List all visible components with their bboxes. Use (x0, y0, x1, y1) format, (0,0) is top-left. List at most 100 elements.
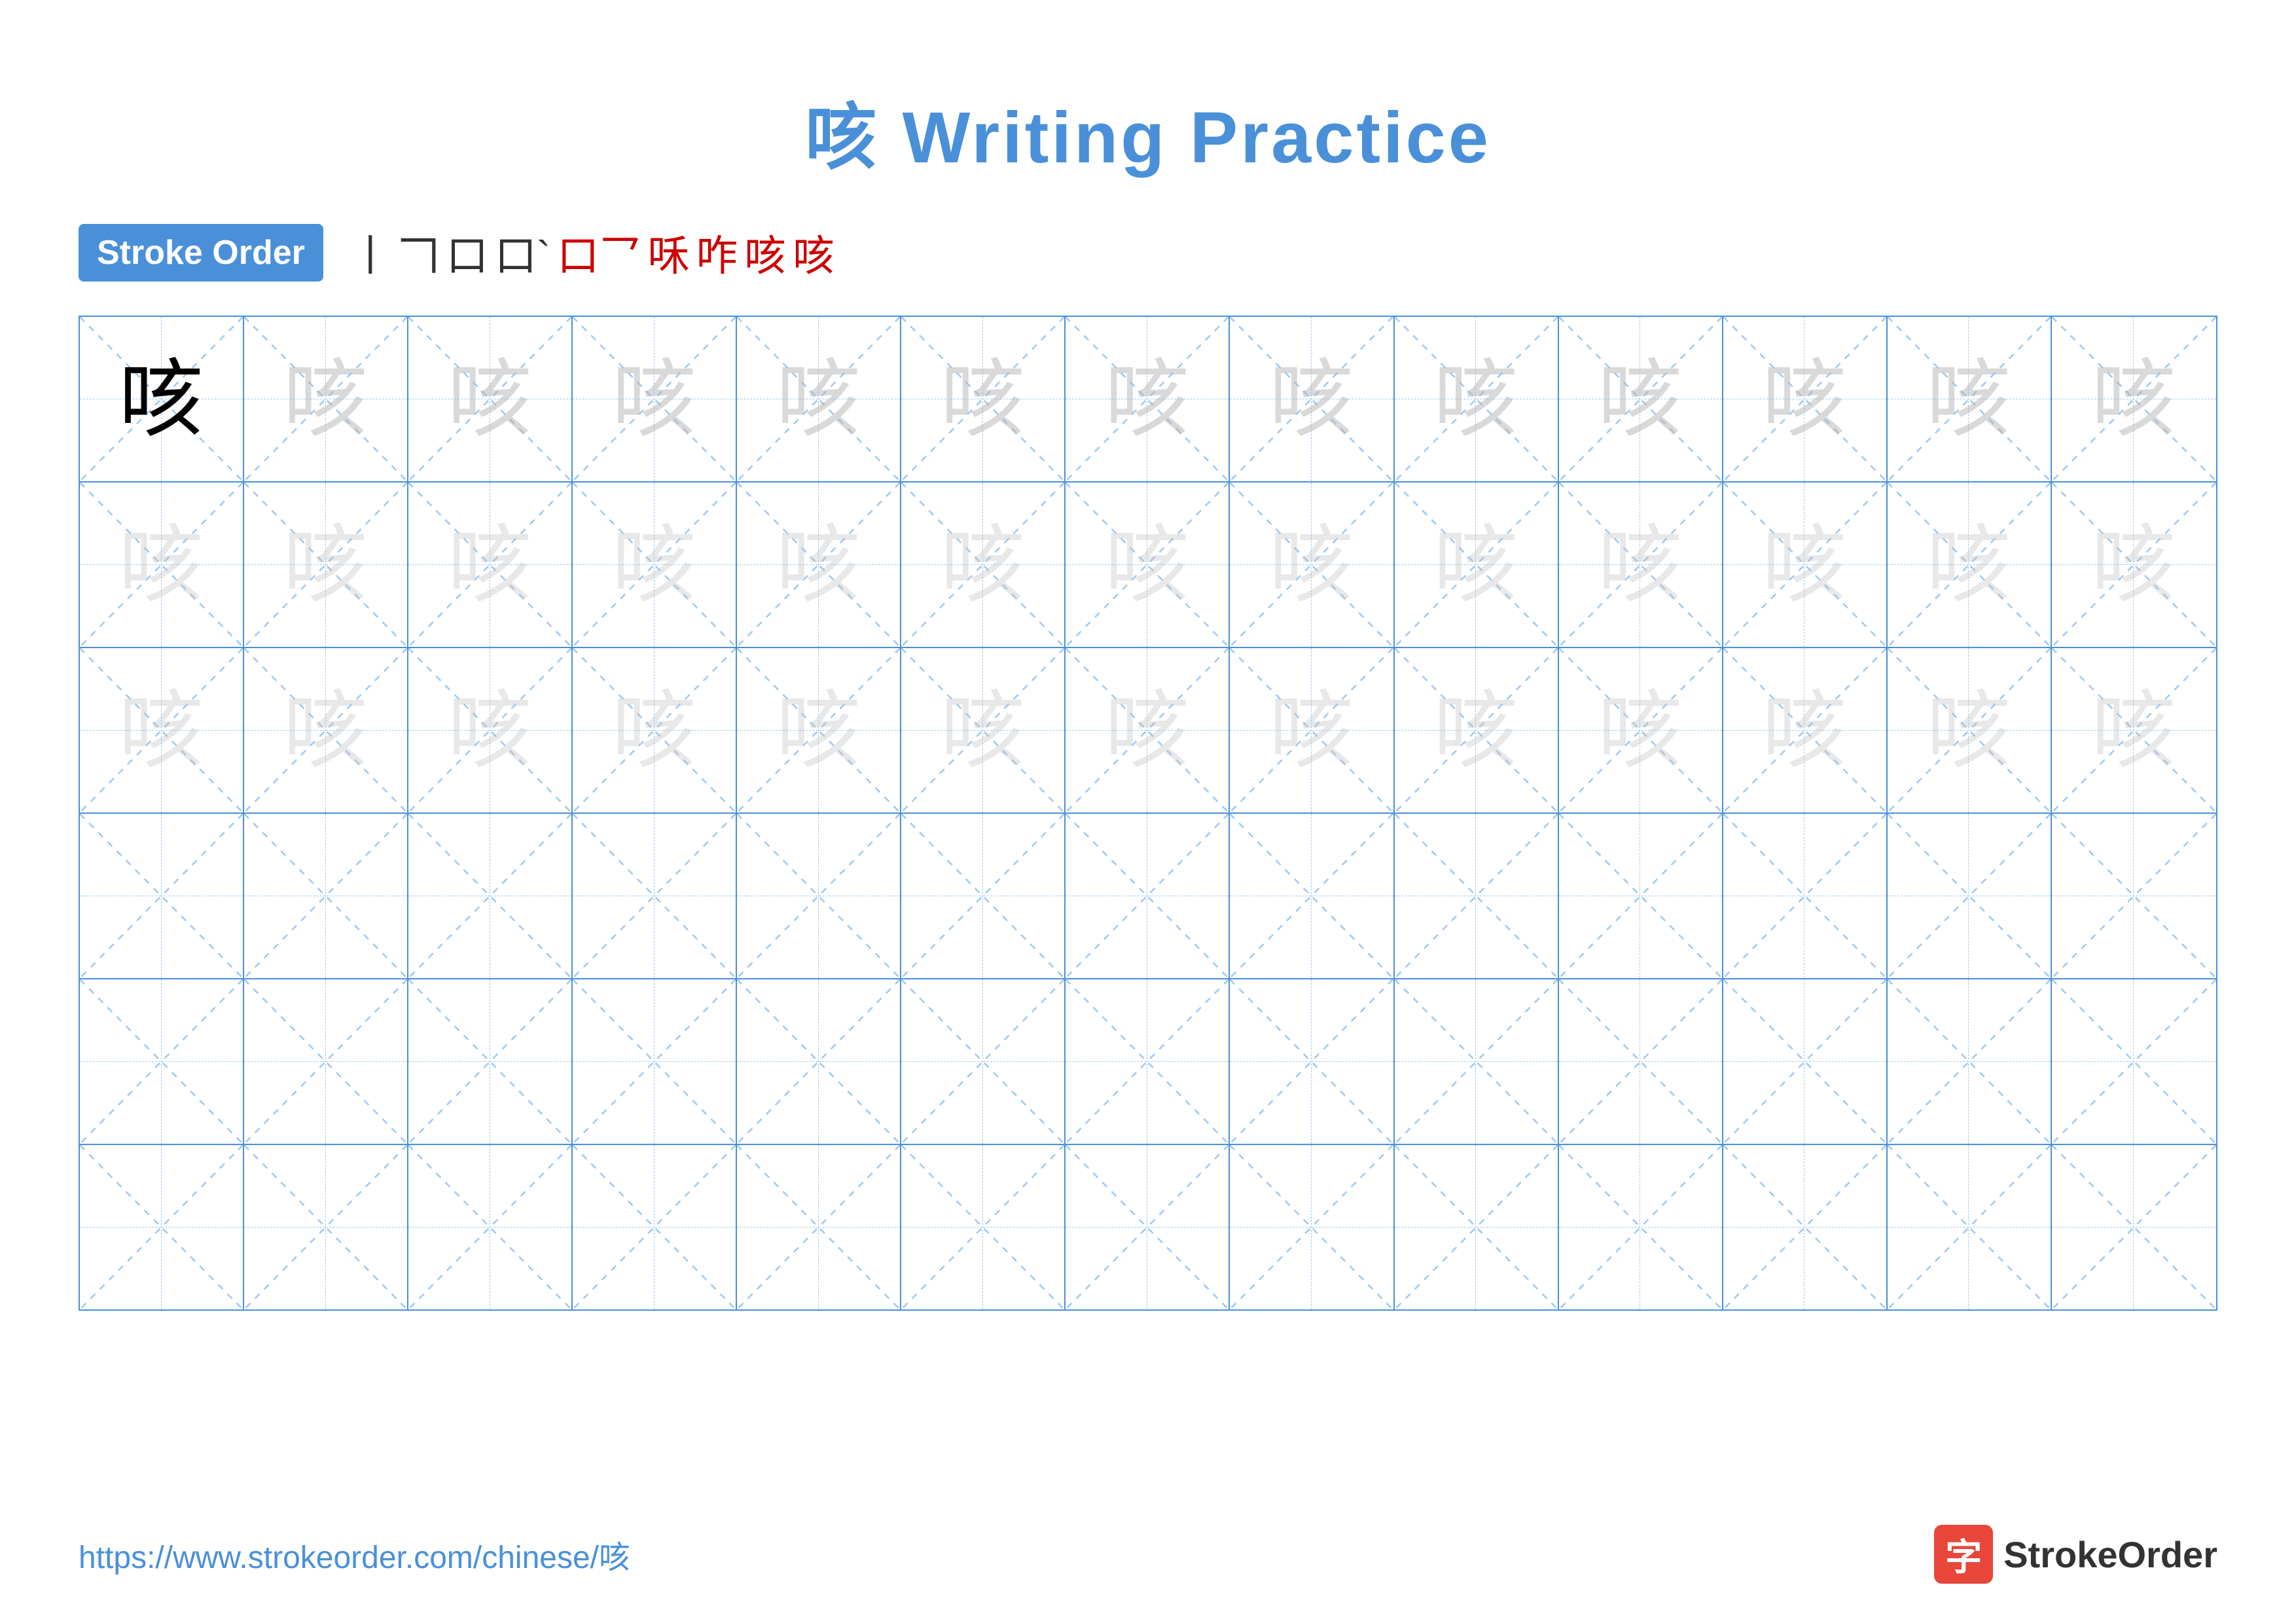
grid-cell[interactable] (1066, 814, 1230, 978)
grid-cell[interactable]: 咳 (244, 483, 408, 647)
grid-cell[interactable] (1230, 1145, 1394, 1309)
grid-cell[interactable]: 咳 (1230, 483, 1394, 647)
grid-cell[interactable] (573, 814, 737, 978)
grid-cell[interactable] (901, 979, 1066, 1144)
grid-cell[interactable]: 咳 (2052, 317, 2216, 481)
grid-cell[interactable]: 咳 (1888, 483, 2052, 647)
grid-cell[interactable] (1066, 1145, 1230, 1309)
grid-cell[interactable]: 咳 (737, 483, 901, 647)
grid-cell[interactable]: 咳 (901, 483, 1066, 647)
grid-cell[interactable] (2052, 814, 2216, 978)
grid-cell[interactable]: 咳 (573, 648, 737, 812)
grid-cell[interactable] (573, 979, 737, 1144)
grid-cell[interactable] (80, 814, 244, 978)
grid-cell[interactable]: 咳 (1066, 317, 1230, 481)
grid-cell[interactable] (737, 1145, 901, 1309)
char-ghost: 咳 (2091, 522, 2176, 608)
grid-cell[interactable] (1888, 814, 2052, 978)
grid-cell[interactable]: 咳 (737, 648, 901, 812)
grid-cell[interactable]: 咳 (80, 317, 244, 481)
char-light: 咳 (448, 357, 533, 442)
grid-cell[interactable] (2052, 979, 2216, 1144)
grid-cell[interactable] (2052, 1145, 2216, 1309)
grid-cell[interactable]: 咳 (2052, 648, 2216, 812)
char-ghost: 咳 (612, 688, 697, 773)
grid-cell[interactable]: 咳 (1723, 483, 1888, 647)
grid-cell[interactable]: 咳 (573, 317, 737, 481)
grid-row: 咳 咳 咳 咳 咳 咳 咳 咳 咳 咳 咳 咳 咳 (80, 317, 2216, 483)
logo-icon: 字 (1934, 1525, 1993, 1584)
grid-cell[interactable] (244, 814, 408, 978)
grid-cell[interactable] (573, 1145, 737, 1309)
grid-cell[interactable] (408, 979, 573, 1144)
grid-cell[interactable]: 咳 (1066, 648, 1230, 812)
grid-cell[interactable]: 咳 (408, 317, 573, 481)
grid-cell[interactable]: 咳 (901, 648, 1066, 812)
grid-cell[interactable] (1559, 1145, 1723, 1309)
grid-cell[interactable]: 咳 (244, 648, 408, 812)
grid-cell[interactable]: 咳 (737, 317, 901, 481)
grid-cell[interactable]: 咳 (1559, 483, 1723, 647)
grid-cell[interactable] (1230, 979, 1394, 1144)
grid-cell[interactable] (244, 1145, 408, 1309)
grid-cell[interactable]: 咳 (408, 648, 573, 812)
grid-cell[interactable]: 咳 (1723, 317, 1888, 481)
grid-cell[interactable]: 咳 (244, 317, 408, 481)
char-ghost: 咳 (1598, 522, 1683, 608)
grid-cell[interactable]: 咳 (1395, 317, 1559, 481)
grid-cell[interactable] (737, 979, 901, 1144)
grid-cell[interactable] (80, 1145, 244, 1309)
logo-name: StrokeOrder (2003, 1533, 2217, 1576)
grid-cell[interactable]: 咳 (1559, 317, 1723, 481)
grid-cell[interactable] (408, 1145, 573, 1309)
grid-cell[interactable] (1230, 814, 1394, 978)
grid-cell[interactable] (80, 979, 244, 1144)
grid-cell[interactable] (1888, 979, 2052, 1144)
grid-cell[interactable]: 咳 (80, 648, 244, 812)
grid-cell[interactable]: 咳 (1723, 648, 1888, 812)
char-ghost: 咳 (1433, 522, 1518, 608)
grid-cell[interactable]: 咳 (1888, 648, 2052, 812)
grid-cell[interactable] (1559, 979, 1723, 1144)
grid-cell[interactable]: 咳 (1395, 648, 1559, 812)
grid-cell[interactable]: 咳 (1395, 483, 1559, 647)
grid-cell[interactable]: 咳 (1230, 648, 1394, 812)
char-light: 咳 (1598, 357, 1683, 442)
grid-cell[interactable] (1723, 979, 1888, 1144)
grid-cell[interactable]: 咳 (2052, 483, 2216, 647)
grid-cell[interactable] (901, 814, 1066, 978)
grid-cell[interactable]: 咳 (408, 483, 573, 647)
grid-cell[interactable] (1395, 979, 1559, 1144)
grid-cell[interactable]: 咳 (1888, 317, 2052, 481)
stroke-6: 咊 (647, 223, 689, 283)
grid-cell[interactable] (1066, 979, 1230, 1144)
grid-cell[interactable] (408, 814, 573, 978)
practice-grid: 咳 咳 咳 咳 咳 咳 咳 咳 咳 咳 咳 咳 咳 咳 咳 (79, 316, 2217, 1311)
char-ghost: 咳 (1105, 688, 1190, 773)
footer-url[interactable]: https://www.strokeorder.com/chinese/咳 (79, 1531, 630, 1577)
grid-cell[interactable] (244, 979, 408, 1144)
grid-cell[interactable]: 咳 (1559, 648, 1723, 812)
grid-cell[interactable]: 咳 (573, 483, 737, 647)
char-ghost: 咳 (1269, 688, 1354, 773)
grid-cell[interactable] (901, 1145, 1066, 1309)
grid-cell[interactable]: 咳 (1230, 317, 1394, 481)
grid-cell[interactable]: 咳 (80, 483, 244, 647)
grid-cell[interactable] (1723, 814, 1888, 978)
grid-cell[interactable] (1723, 1145, 1888, 1309)
stroke-sequence: 丨 𠃍 口 口` 口乛 咊 咋 咳 咳 (350, 223, 834, 283)
char-ghost: 咳 (2091, 688, 2176, 773)
grid-cell[interactable] (1888, 1145, 2052, 1309)
char-light: 咳 (612, 357, 697, 442)
char-ghost: 咳 (1762, 522, 1847, 608)
stroke-4: 口` (495, 223, 550, 283)
grid-cell[interactable] (1559, 814, 1723, 978)
grid-cell[interactable] (1395, 1145, 1559, 1309)
grid-cell[interactable] (1395, 814, 1559, 978)
grid-cell[interactable] (737, 814, 901, 978)
grid-cell[interactable]: 咳 (1066, 483, 1230, 647)
char-ghost: 咳 (1598, 688, 1683, 773)
grid-row: 咳 咳 咳 咳 咳 咳 咳 咳 咳 咳 咳 咳 咳 (80, 648, 2216, 814)
grid-cell[interactable]: 咳 (901, 317, 1066, 481)
grid-row (80, 1145, 2216, 1309)
